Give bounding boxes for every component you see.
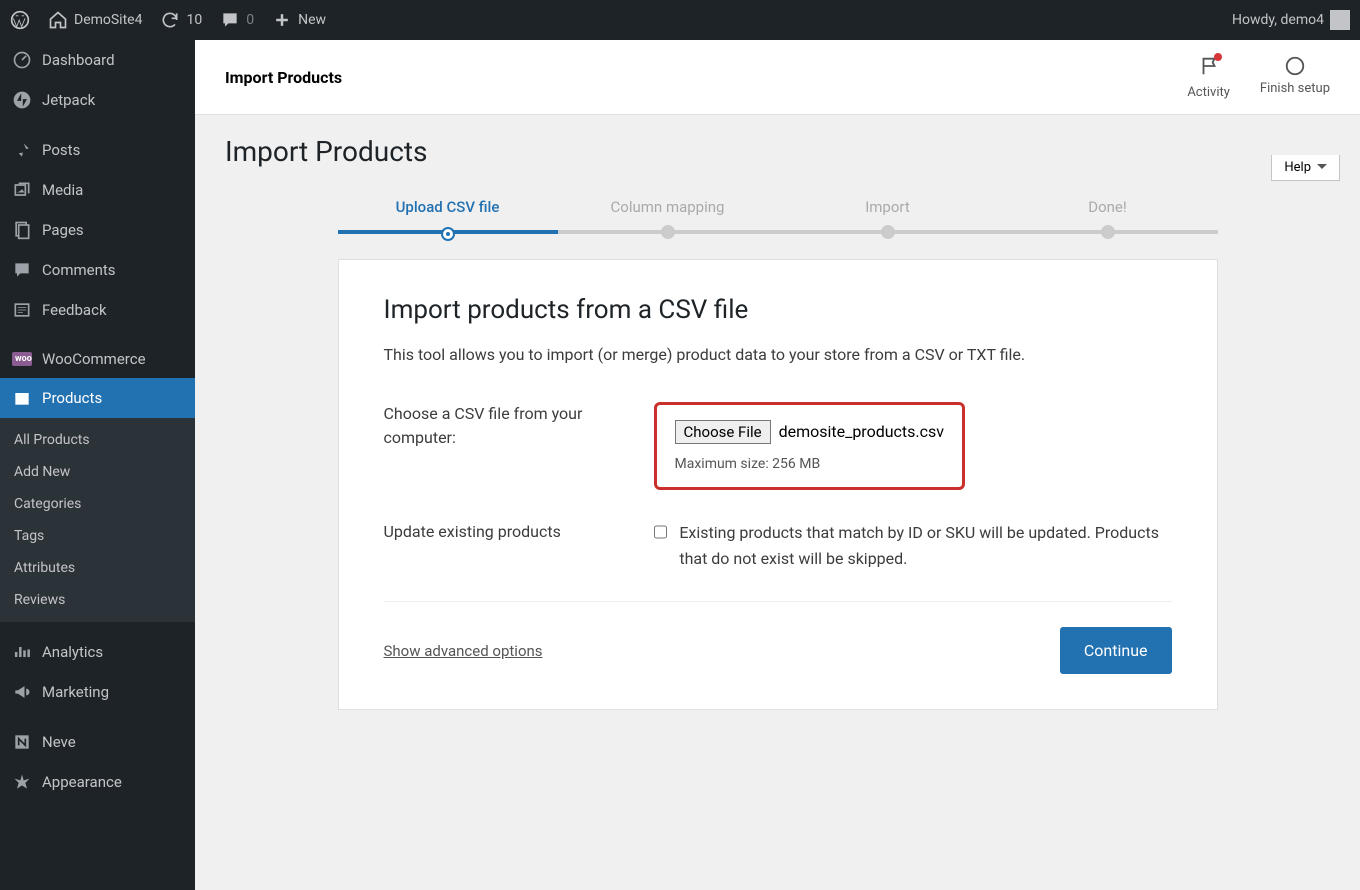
sidebar-item-woocommerce[interactable]: woo WooCommerce xyxy=(0,340,195,378)
sidebar-item-label: Pages xyxy=(42,221,84,239)
sidebar-item-label: WooCommerce xyxy=(42,350,146,368)
sidebar-item-label: Analytics xyxy=(42,643,103,661)
step-import: Import xyxy=(778,198,998,234)
sidebar-item-label: Comments xyxy=(42,261,116,279)
howdy-link[interactable]: Howdy, demo4 xyxy=(1232,10,1350,30)
sub-attributes[interactable]: Attributes xyxy=(0,552,195,584)
products-submenu: All Products Add New Categories Tags Att… xyxy=(0,418,195,622)
import-card: Import products from a CSV file This too… xyxy=(338,259,1218,710)
wp-logo[interactable] xyxy=(10,10,30,30)
new-label: New xyxy=(298,12,326,28)
continue-button[interactable]: Continue xyxy=(1060,627,1172,674)
finish-setup-label: Finish setup xyxy=(1260,81,1330,96)
updates-count: 10 xyxy=(186,12,202,28)
activity-button[interactable]: Activity xyxy=(1187,55,1230,100)
dashboard-icon xyxy=(12,50,32,70)
update-row: Update existing products Existing produc… xyxy=(384,520,1172,571)
woo-icon: woo xyxy=(12,352,32,366)
sub-all-products[interactable]: All Products xyxy=(0,424,195,456)
file-row: Choose a CSV file from your computer: Ch… xyxy=(384,402,1172,490)
home-icon xyxy=(48,10,68,30)
sidebar-item-label: Marketing xyxy=(42,683,109,701)
comments-icon xyxy=(12,260,32,280)
sidebar-item-dashboard[interactable]: Dashboard xyxy=(0,40,195,80)
pages-icon xyxy=(12,220,32,240)
step-upload[interactable]: Upload CSV file xyxy=(338,198,558,234)
sidebar-item-label: Feedback xyxy=(42,301,107,319)
sidebar-item-label: Jetpack xyxy=(42,91,95,109)
comments-link[interactable]: 0 xyxy=(220,10,254,30)
wordpress-icon xyxy=(10,10,30,30)
max-size-hint: Maximum size: 256 MB xyxy=(675,456,945,472)
site-link[interactable]: DemoSite4 xyxy=(48,10,142,30)
choose-file-button[interactable]: Choose File xyxy=(675,420,771,444)
sub-tags[interactable]: Tags xyxy=(0,520,195,552)
step-done: Done! xyxy=(998,198,1218,234)
admin-sidebar: Dashboard Jetpack Posts Media Pages Comm… xyxy=(0,40,195,890)
update-existing-checkbox[interactable] xyxy=(654,522,668,542)
new-link[interactable]: New xyxy=(272,10,326,30)
page-header: Import Products Activity Finish setup xyxy=(195,40,1360,115)
comment-icon xyxy=(220,10,240,30)
sidebar-item-label: Posts xyxy=(42,141,80,159)
sidebar-item-analytics[interactable]: Analytics xyxy=(0,632,195,672)
sidebar-item-label: Neve xyxy=(42,733,76,751)
pin-icon xyxy=(12,140,32,160)
comments-count: 0 xyxy=(246,12,254,28)
finish-setup-button[interactable]: Finish setup xyxy=(1260,55,1330,100)
sidebar-item-feedback[interactable]: Feedback xyxy=(0,290,195,330)
advanced-options-link[interactable]: Show advanced options xyxy=(384,642,543,660)
chevron-down-icon xyxy=(1317,164,1327,174)
neve-icon xyxy=(12,732,32,752)
card-description: This tool allows you to import (or merge… xyxy=(384,343,1172,367)
help-tab[interactable]: Help xyxy=(1271,155,1340,181)
update-existing-desc: Existing products that match by ID or SK… xyxy=(679,520,1171,571)
marketing-icon xyxy=(12,682,32,702)
sidebar-item-pages[interactable]: Pages xyxy=(0,210,195,250)
sidebar-item-products[interactable]: Products xyxy=(0,378,195,418)
step-mapping: Column mapping xyxy=(558,198,778,234)
update-existing-label: Update existing products xyxy=(384,520,614,544)
circle-icon xyxy=(1284,55,1306,77)
site-name: DemoSite4 xyxy=(74,12,142,28)
sidebar-item-label: Media xyxy=(42,181,83,199)
sub-categories[interactable]: Categories xyxy=(0,488,195,520)
sidebar-item-appearance[interactable]: Appearance xyxy=(0,762,195,802)
feedback-icon xyxy=(12,300,32,320)
sidebar-item-posts[interactable]: Posts xyxy=(0,130,195,170)
media-icon xyxy=(12,180,32,200)
avatar xyxy=(1330,10,1350,30)
sidebar-item-label: Dashboard xyxy=(42,51,115,69)
sidebar-item-jetpack[interactable]: Jetpack xyxy=(0,80,195,120)
sub-add-new[interactable]: Add New xyxy=(0,456,195,488)
card-heading: Import products from a CSV file xyxy=(384,295,1172,325)
sub-reviews[interactable]: Reviews xyxy=(0,584,195,616)
notification-dot xyxy=(1214,53,1222,61)
howdy-text: Howdy, demo4 xyxy=(1232,12,1324,28)
sidebar-item-media[interactable]: Media xyxy=(0,170,195,210)
sidebar-item-label: Products xyxy=(42,389,102,407)
updates-link[interactable]: 10 xyxy=(160,10,202,30)
activity-label: Activity xyxy=(1187,85,1230,100)
card-footer: Show advanced options Continue xyxy=(384,601,1172,674)
sidebar-item-label: Appearance xyxy=(42,773,122,791)
sidebar-item-marketing[interactable]: Marketing xyxy=(0,672,195,712)
choose-file-label: Choose a CSV file from your computer: xyxy=(384,402,614,450)
header-title: Import Products xyxy=(225,68,1187,87)
help-label: Help xyxy=(1284,160,1311,175)
refresh-icon xyxy=(160,10,180,30)
content-area: Import Products Activity Finish setup He… xyxy=(195,40,1360,890)
products-icon xyxy=(12,388,32,408)
plus-icon xyxy=(272,10,292,30)
file-upload-highlight: Choose File demosite_products.csv Maximu… xyxy=(654,402,966,490)
appearance-icon xyxy=(12,772,32,792)
admin-bar: DemoSite4 10 0 New Howdy, demo4 xyxy=(0,0,1360,40)
sidebar-item-comments[interactable]: Comments xyxy=(0,250,195,290)
selected-file-name: demosite_products.csv xyxy=(779,422,944,441)
jetpack-icon xyxy=(12,90,32,110)
sidebar-item-neve[interactable]: Neve xyxy=(0,722,195,762)
analytics-icon xyxy=(12,642,32,662)
page-title: Import Products xyxy=(225,135,1330,168)
stepper: Upload CSV file Column mapping Import Do… xyxy=(338,198,1218,234)
